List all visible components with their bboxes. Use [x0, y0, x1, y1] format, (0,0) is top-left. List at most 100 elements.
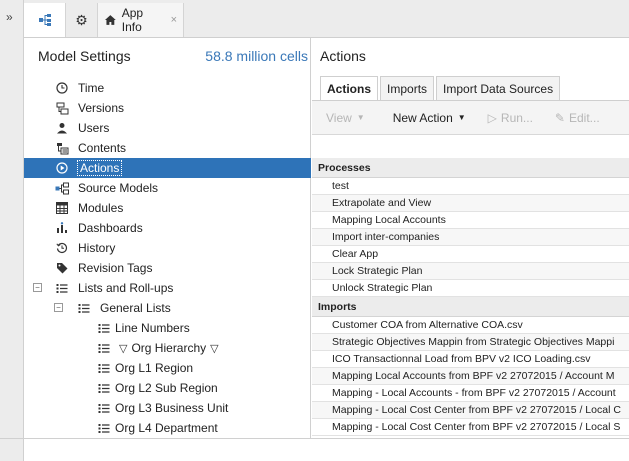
list-icon — [54, 280, 70, 296]
tree-item-label: History — [78, 241, 116, 255]
list-item[interactable]: Import inter-companies — [312, 229, 629, 246]
tree-item-label: Line Numbers — [115, 321, 190, 335]
subtab-import-data-sources[interactable]: Import Data Sources — [436, 76, 561, 100]
group-header-processes[interactable]: Processes — [312, 158, 629, 178]
cell-count: 58.8 million cells — [205, 48, 308, 64]
view-dropdown[interactable]: View ▼ — [326, 111, 365, 125]
tree-item-dashboards[interactable]: Dashboards — [24, 218, 311, 238]
home-icon — [104, 15, 116, 25]
collapse-toggle-icon[interactable]: − — [33, 283, 42, 292]
dashboard-icon — [54, 220, 70, 236]
tree-item-label: Dashboards — [78, 221, 143, 235]
tree-item-lists-and-roll-ups[interactable]: − Lists and Roll-ups — [24, 278, 311, 298]
list-icon — [96, 380, 112, 396]
double-chevron-right-icon[interactable]: » — [6, 10, 13, 24]
tree-item-actions[interactable]: Actions — [24, 158, 311, 178]
tree-item-label: Org L1 Region — [115, 361, 194, 375]
tree-item-line-numbers[interactable]: Line Numbers — [24, 318, 311, 338]
close-icon[interactable]: × — [171, 14, 177, 26]
list-item[interactable]: Mapping Local Accounts — [312, 212, 629, 229]
tree-item-org-l3-business-unit[interactable]: Org L3 Business Unit — [24, 398, 311, 418]
tab-settings[interactable]: ⚙ — [66, 3, 98, 37]
view-label: View — [326, 110, 352, 125]
tree-item-org-hierarchy[interactable]: ▽ Org Hierarchy ▽ — [24, 338, 311, 358]
tree-item-label: Revision Tags — [78, 261, 153, 275]
tree-item-org-l1-region[interactable]: Org L1 Region — [24, 358, 311, 378]
list-icon — [76, 300, 92, 316]
tree-item-versions[interactable]: Versions — [24, 98, 311, 118]
gear-icon: ⚙ — [75, 11, 88, 28]
tree-item-label: Org Hierarchy — [131, 341, 207, 355]
actions-panel-title: Actions — [320, 48, 366, 64]
list-item[interactable]: Mapping Local Accounts from BPF v2 27072… — [312, 368, 629, 385]
new-action-dropdown[interactable]: New Action ▼ — [393, 111, 466, 125]
contents-icon — [54, 140, 70, 156]
list-item[interactable]: Clear App — [312, 246, 629, 263]
tab-app-info-label: App Info — [121, 6, 144, 34]
list-item[interactable]: ICO Transactionnal Load from BPV v2 ICO … — [312, 351, 629, 368]
list-item[interactable]: test — [312, 178, 629, 195]
tab-app-info[interactable]: App Info × — [98, 3, 184, 37]
model-settings-header: Model Settings 58.8 million cells — [38, 48, 308, 64]
tree-item-history[interactable]: History — [24, 238, 311, 258]
tag-icon — [54, 260, 70, 276]
list-item[interactable]: Strategic Objectives Mappin from Strateg… — [312, 334, 629, 351]
tree-item-org-l4-department[interactable]: Org L4 Department — [24, 418, 311, 438]
tree-item-label: Source Models — [78, 181, 159, 195]
caret-down-icon: ▼ — [457, 113, 466, 122]
list-item[interactable]: Mapping - Local Cost Center from BPF v2 … — [312, 419, 629, 436]
triangle-down-icon: ▽ — [210, 342, 219, 355]
collapsed-side-strip: » — [0, 0, 24, 461]
user-icon — [54, 120, 70, 136]
subtab-imports[interactable]: Imports — [380, 76, 435, 100]
play-circle-icon: ▷ — [487, 110, 497, 125]
list-item[interactable]: Unlock Strategic Plan — [312, 280, 629, 297]
tab-model-structure[interactable] — [24, 3, 66, 37]
clock-icon — [54, 80, 70, 96]
bottom-divider — [0, 438, 629, 439]
subtab-actions[interactable]: Actions — [320, 76, 379, 100]
model-structure-icon — [38, 14, 51, 26]
tab-bar: ⚙ App Info × — [24, 0, 629, 38]
list-item[interactable]: Customer COA from Alternative COA.csv — [312, 317, 629, 334]
edit-button[interactable]: ✎ Edit... — [555, 111, 600, 125]
tree-item-label: Time — [78, 81, 105, 95]
tree-item-contents[interactable]: Contents — [24, 138, 311, 158]
list-icon — [96, 400, 112, 416]
collapse-toggle-icon[interactable]: − — [54, 303, 63, 312]
list-icon — [96, 340, 112, 356]
history-icon — [54, 240, 70, 256]
actions-list: Processes test Extrapolate and View Mapping… — [312, 158, 629, 436]
tree-item-label: Lists and Roll-ups — [78, 281, 174, 295]
list-icon — [96, 420, 112, 436]
list-item[interactable]: Mapping - Local Accounts - from BPF v2 2… — [312, 385, 629, 402]
edit-label: Edit... — [568, 110, 600, 125]
tree-item-label: Users — [78, 121, 110, 135]
actions-toolbar: View ▼ New Action ▼ ▷ Run... ✎ Edit... — [312, 101, 629, 135]
tree-item-org-l2-sub-region[interactable]: Org L2 Sub Region — [24, 378, 311, 398]
caret-down-icon: ▼ — [356, 113, 365, 122]
actions-subtabs: Actions Imports Import Data Sources — [320, 76, 562, 100]
pencil-icon: ✎ — [554, 110, 565, 125]
grid-icon — [54, 200, 70, 216]
model-settings-title: Model Settings — [38, 48, 131, 64]
tree-item-label: Org L4 Department — [115, 421, 218, 435]
run-button[interactable]: ▷ Run... — [488, 111, 533, 125]
tree-item-modules[interactable]: Modules — [24, 198, 311, 218]
tree-item-label: Org L3 Business Unit — [115, 401, 229, 415]
tree-item-general-lists[interactable]: − General Lists — [24, 298, 311, 318]
list-item[interactable]: Lock Strategic Plan — [312, 263, 629, 280]
tree-item-time[interactable]: Time — [24, 78, 311, 98]
list-item[interactable]: Mapping - Local Cost Center from BPF v2 … — [312, 402, 629, 419]
tree-item-label: Actions — [76, 160, 123, 176]
run-label: Run... — [500, 110, 533, 125]
source-models-icon — [54, 180, 70, 196]
tree-item-label: Modules — [78, 201, 124, 215]
group-header-imports[interactable]: Imports — [312, 297, 629, 317]
model-settings-tree: Time Versions Users Contents Actions Source M… — [24, 78, 311, 438]
tree-item-source-models[interactable]: Source Models — [24, 178, 311, 198]
list-item[interactable]: Extrapolate and View — [312, 195, 629, 212]
tree-item-users[interactable]: Users — [24, 118, 311, 138]
tree-item-revision-tags[interactable]: Revision Tags — [24, 258, 311, 278]
list-icon — [96, 320, 112, 336]
